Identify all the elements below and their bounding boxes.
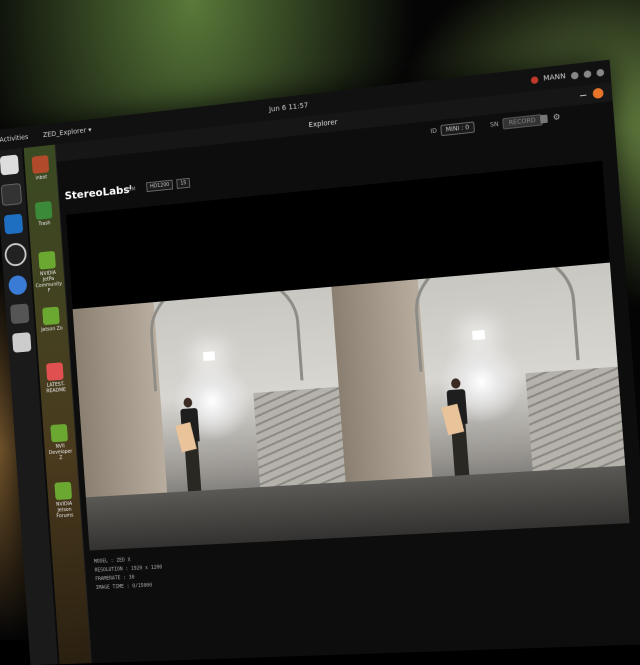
- window-title: Explorer: [308, 118, 338, 130]
- monitor-screen: Activities ZED_Explorer ▾ Jun 6 11:57 MA…: [0, 59, 640, 665]
- id-label: ID: [430, 127, 438, 136]
- resolution-select[interactable]: HD1200: [146, 179, 174, 193]
- pdf-icon: [46, 362, 64, 381]
- explorer-window: Explorer ID MINI : 0 SN RECORD ⚙ StereoL…: [54, 82, 640, 664]
- files-icon[interactable]: [0, 154, 20, 176]
- desktop-item[interactable]: inbot: [26, 154, 55, 182]
- desktop-item-label: Trash: [38, 220, 51, 228]
- mode-label: 1.5M: [123, 186, 136, 194]
- sn-label: SN: [489, 120, 499, 129]
- volume-icon[interactable]: [583, 69, 592, 78]
- left-camera-view: [72, 286, 350, 551]
- stereo-video-feed: [72, 262, 630, 551]
- desktop-item[interactable]: NVIDIA JetPa Community F: [33, 250, 63, 295]
- nvidia-icon: [42, 306, 60, 326]
- terminal-icon[interactable]: [0, 182, 23, 207]
- desktop-item-label: NVIDIA Jetson Forums: [55, 501, 74, 520]
- person-head: [450, 378, 461, 389]
- right-camera-view: [330, 262, 630, 538]
- network-icon[interactable]: [570, 71, 579, 80]
- desktop-item-label: NVIDIA JetPa Community F: [35, 270, 63, 294]
- desktop-item-label: Jetson Zo: [41, 325, 63, 334]
- desktop-item-label: LATEST-README: [46, 381, 67, 395]
- person-head: [183, 397, 193, 408]
- desktop-item[interactable]: LATEST-README: [41, 362, 71, 395]
- close-icon[interactable]: [592, 87, 604, 100]
- nvidia-icon: [38, 250, 56, 270]
- info-image-time: IMAGE TIME : 0/15000: [95, 582, 153, 592]
- camera-select[interactable]: MINI : 0: [440, 121, 475, 137]
- brand-logo: StereoLabsⁱ: [64, 182, 133, 203]
- scene-arch: [146, 286, 304, 391]
- nvidia-icon: [54, 481, 73, 501]
- ubuntu-icon[interactable]: [530, 75, 539, 84]
- nvidia-icon: [50, 423, 69, 443]
- vscode-icon[interactable]: [3, 213, 24, 235]
- obs-icon[interactable]: [3, 242, 28, 268]
- record-button[interactable]: RECORD: [502, 114, 543, 130]
- folder-icon: [31, 154, 50, 174]
- scene-person: [441, 377, 477, 491]
- settings-icon[interactable]: ⚙: [552, 112, 560, 122]
- scene-arch: [410, 262, 581, 372]
- clock[interactable]: Jun 6 11:57: [269, 101, 309, 113]
- app-menu[interactable]: ZED_Explorer ▾: [43, 126, 92, 139]
- drive-icon[interactable]: [12, 332, 32, 353]
- chromium-icon[interactable]: [8, 274, 28, 296]
- activities-button[interactable]: Activities: [0, 133, 29, 144]
- desktop-item[interactable]: Trash: [29, 200, 58, 228]
- power-icon[interactable]: [596, 68, 605, 77]
- camera-info: MODEL : ZED X RESOLUTION : 1920 x 1200 F…: [94, 555, 164, 593]
- trash-icon: [34, 200, 53, 220]
- desktop-item[interactable]: NVII Developer Z: [45, 423, 75, 462]
- app-icon[interactable]: [10, 303, 30, 325]
- keyboard-layout[interactable]: MANN: [543, 72, 566, 83]
- battery-icon: [539, 114, 548, 124]
- scene-lamp: [471, 330, 485, 341]
- desktop-item[interactable]: NVIDIA Jetson Forums: [49, 481, 79, 519]
- scene-lamp: [203, 351, 216, 362]
- desktop-item[interactable]: Jetson Zo: [37, 306, 66, 333]
- desktop-item-label: inbot: [35, 174, 48, 182]
- fps-select[interactable]: 15: [176, 177, 191, 189]
- scene-person: [175, 397, 207, 507]
- system-tray[interactable]: MANN: [530, 68, 605, 85]
- desktop-item-label: NVII Developer Z: [48, 443, 73, 462]
- minimize-icon[interactable]: [579, 94, 587, 97]
